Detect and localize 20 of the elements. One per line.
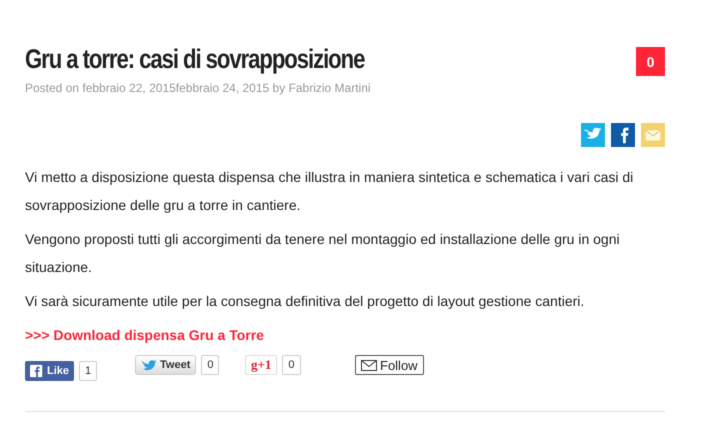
post-title: Gru a torre: casi di sovrapposizione (25, 44, 364, 75)
download-link[interactable]: >>> Download dispensa Gru a Torre (25, 327, 264, 343)
envelope-icon (361, 358, 377, 372)
facebook-icon (30, 364, 44, 378)
plus-one-button[interactable]: g+1 (245, 355, 278, 375)
bird-icon[interactable] (581, 123, 605, 147)
share-count: 1 (79, 361, 98, 381)
comment-count-badge[interactable]: 0 (636, 47, 665, 76)
tweet-button[interactable]: Tweet (135, 355, 196, 375)
like-button[interactable]: Like (25, 361, 74, 381)
bird-icon (141, 358, 157, 372)
paragraph: Vi sarà sicuramente utile per la consegna definitiva del progetto di layout gestione cantieri. (25, 292, 586, 311)
share-count: 0 (201, 355, 220, 375)
facebook-icon[interactable] (611, 123, 635, 147)
paragraph: Vi metto a disposizione questa dispensa che illustra in maniera sintetica e schematica i vari casi di sovrapposizione delle gru a torre in cantiere. (25, 168, 634, 215)
share-count: 0 (282, 355, 301, 375)
post-meta: Posted on febbraio 22, 2015febbraio 24, 2015 by Fabrizio Martini (25, 81, 372, 95)
envelope-icon[interactable] (641, 123, 665, 147)
paragraph: Vengono proposti tutti gli accorgimenti da tenere nel montaggio ed installazione delle gru in ogni situazione. (25, 230, 621, 277)
follow-button[interactable]: Follow (355, 355, 424, 375)
